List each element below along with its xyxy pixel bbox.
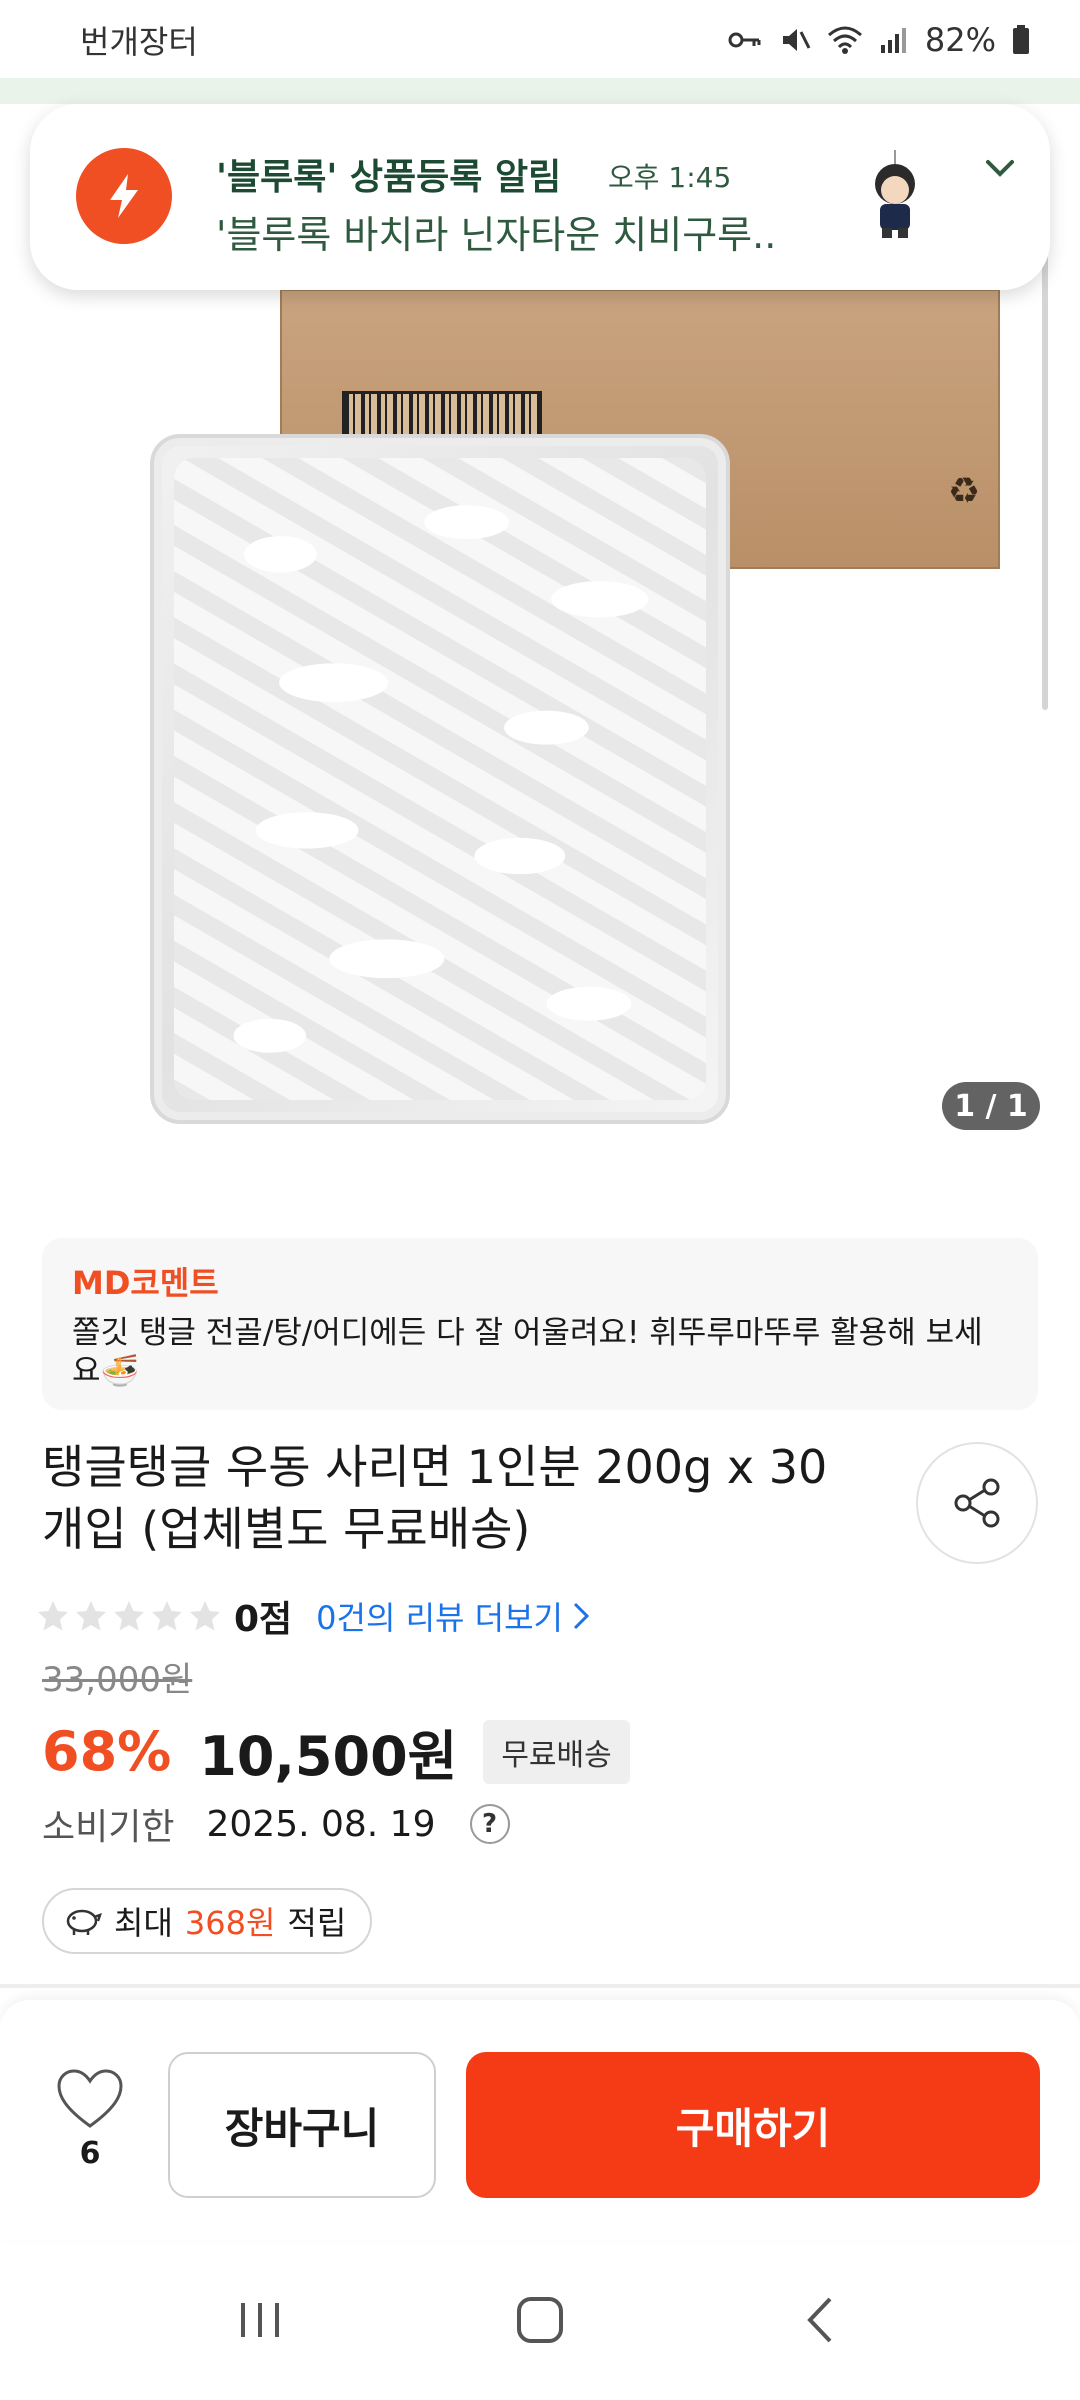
push-notification[interactable]: '블루록' 상품등록 알림 오후 1:45 '블루록 바치라 닌자타운 치비구루… <box>30 104 1050 290</box>
expiry-date: 2025. 08. 19 <box>206 1803 436 1845</box>
rating-row: 0점 0건의 리뷰 더보기 <box>36 1590 591 1642</box>
notification-body: '블루록 바치라 닌자타운 치비구루.. <box>216 213 777 257</box>
home-icon <box>517 2297 563 2343</box>
free-shipping-badge: 무료배송 <box>483 1719 630 1784</box>
barcode-graphic <box>342 391 542 437</box>
expiry-row: 소비기한 2025. 08. 19 ? <box>42 1798 510 1850</box>
status-background-band <box>0 78 1080 104</box>
points-suffix: 적립 <box>287 1904 347 1942</box>
share-button[interactable] <box>916 1442 1038 1564</box>
character-keychain-thumbnail <box>875 150 915 238</box>
points-amount: 368원 <box>184 1904 276 1942</box>
battery-icon <box>1013 25 1029 54</box>
chevron-right-icon <box>573 1602 590 1630</box>
wifi-icon <box>827 26 862 54</box>
noodle-pack-image <box>150 434 730 1124</box>
add-to-cart-button[interactable]: 장바구니 <box>168 2052 436 2198</box>
like-count: 6 <box>79 2136 101 2171</box>
notification-time: 오후 1:45 <box>608 161 732 194</box>
review-link[interactable]: 0건의 리뷰 더보기 <box>316 1593 591 1639</box>
mute-icon <box>782 29 811 51</box>
points-chip[interactable]: 최대 368원 적립 <box>42 1888 373 1954</box>
signal-icon <box>880 28 906 53</box>
key-icon <box>728 32 761 48</box>
discount-rate: 68% <box>42 1720 172 1783</box>
scrollbar[interactable] <box>1042 250 1048 710</box>
md-comment-title: MD코멘트 <box>72 1264 219 1302</box>
help-icon[interactable]: ? <box>469 1804 510 1844</box>
like-button[interactable]: 6 <box>50 2068 130 2188</box>
product-title: 탱글탱글 우동 사리면 1인분 200g x 30개입 (업체별도 무료배송) <box>42 1440 828 1556</box>
review-link-label: 0건의 리뷰 더보기 <box>316 1599 563 1637</box>
md-comment-box: MD코멘트 쫄깃 탱글 전골/탕/어디에든 다 잘 어울려요! 휘뚜루마뚜루 활… <box>42 1238 1038 1410</box>
star-icon <box>114 1601 144 1631</box>
original-price: 33,000원 <box>42 1660 193 1700</box>
notification-title: '블루록' 상품등록 알림 <box>216 157 562 198</box>
star-icon <box>152 1601 182 1631</box>
image-counter: 1 / 1 <box>942 1082 1040 1130</box>
recent-apps-button[interactable] <box>220 2280 300 2360</box>
system-nav-bar <box>0 2240 1080 2400</box>
back-button[interactable] <box>780 2280 860 2360</box>
md-comment-text: 쫄깃 탱글 전골/탕/어디에든 다 잘 어울려요! 휘뚜루마뚜루 활용해 보세요… <box>72 1315 983 1389</box>
bottom-action-bar: 6 장바구니 구매하기 <box>0 2000 1080 2240</box>
section-divider <box>0 1984 1080 1988</box>
noodles-graphic <box>174 458 706 1100</box>
lightning-icon <box>76 148 172 244</box>
status-icons: 82% <box>727 21 1030 59</box>
recycle-icon: ♻ <box>947 471 980 512</box>
buy-button[interactable]: 구매하기 <box>466 2052 1040 2198</box>
status-app-name: 번개장터 <box>80 23 198 61</box>
chevron-down-icon[interactable] <box>970 144 1030 194</box>
status-bar: 번개장터 82% <box>0 0 1080 80</box>
sale-price: 10,500원 <box>199 1725 458 1788</box>
share-icon <box>954 1478 1000 1528</box>
points-prefix: 최대 <box>114 1904 173 1942</box>
piggy-bank-icon <box>66 1909 102 1935</box>
rating-score: 0점 <box>234 1599 293 1640</box>
star-icon <box>76 1601 106 1631</box>
back-icon <box>807 2297 832 2343</box>
recent-apps-icon <box>241 2303 279 2337</box>
rating-stars <box>36 1599 222 1633</box>
heart-icon <box>57 2069 123 2128</box>
battery-percent: 82% <box>924 21 996 59</box>
expiry-label: 소비기한 <box>42 1807 175 1848</box>
star-icon <box>190 1601 220 1631</box>
star-icon <box>38 1601 68 1631</box>
price-row: 68% 10,500원 무료배송 <box>42 1712 630 1791</box>
home-button[interactable] <box>500 2280 580 2360</box>
